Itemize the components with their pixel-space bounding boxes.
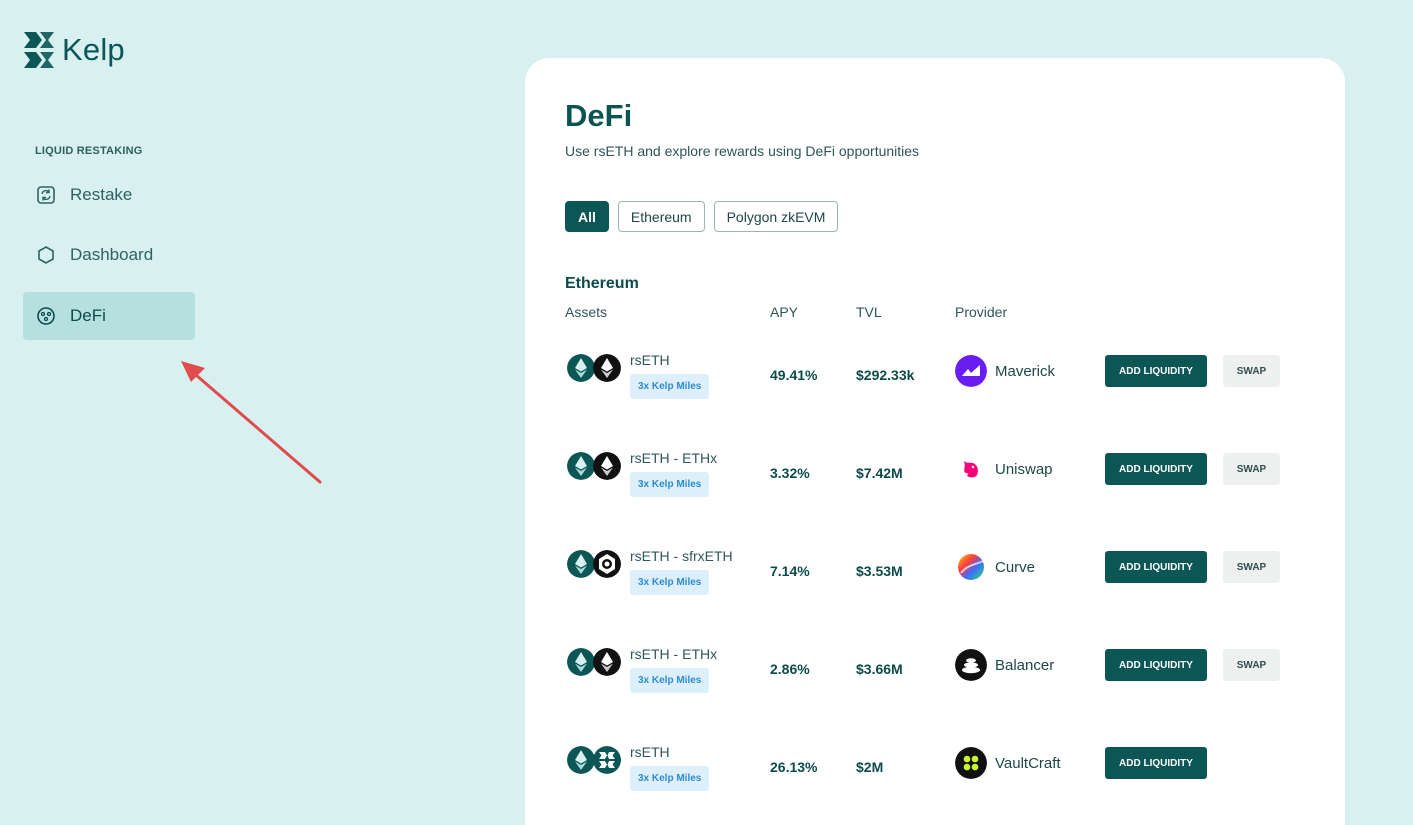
- tvl-value: $7.42M: [856, 465, 903, 481]
- asset-name: rsETH - ETHx: [630, 646, 718, 662]
- kelp-coin-icon: [593, 746, 621, 774]
- page: Kelp LIQUID RESTAKING Restake Dashboard …: [0, 0, 1413, 825]
- rseth-icon: [567, 452, 595, 480]
- rseth-icon: [567, 354, 595, 382]
- rseth-icon: [567, 550, 595, 578]
- maverick-icon: [955, 355, 987, 387]
- eth-dark-icon: [593, 648, 621, 676]
- table-row: rsETH - ETHx 3x Kelp Miles 2.86% $3.66M …: [525, 646, 1345, 716]
- kelp-miles-badge: 3x Kelp Miles: [630, 668, 710, 693]
- vaultcraft-icon: [955, 747, 987, 779]
- network-filters: All Ethereum Polygon zkEVM: [565, 201, 839, 232]
- filter-polygon-zkevm[interactable]: Polygon zkEVM: [713, 201, 839, 232]
- asset-icons: [567, 354, 621, 382]
- apy-value: 7.14%: [770, 563, 810, 579]
- table-row: rsETH 3x Kelp Miles 26.13% $2M VaultCraf…: [525, 744, 1345, 814]
- kelp-miles-badge: 3x Kelp Miles: [630, 570, 710, 595]
- sidebar-item-dashboard[interactable]: Dashboard: [23, 231, 195, 279]
- kelp-miles-badge: 3x Kelp Miles: [630, 374, 710, 399]
- asset-icons: [567, 746, 621, 774]
- asset-name: rsETH - ETHx: [630, 450, 718, 466]
- column-header-assets: Assets: [565, 304, 608, 320]
- hexagon-icon: [38, 246, 54, 264]
- balancer-icon: [955, 649, 987, 681]
- add-liquidity-button[interactable]: ADD LIQUIDITY: [1105, 551, 1207, 583]
- page-title: DeFi: [565, 98, 633, 133]
- swap-button[interactable]: SWAP: [1223, 649, 1280, 681]
- column-header-apy: APY: [770, 304, 799, 320]
- provider-name: Uniswap: [995, 460, 1053, 478]
- tvl-value: $292.33k: [856, 367, 915, 383]
- apy-value: 49.41%: [770, 367, 818, 383]
- kelp-logo-icon: [24, 32, 54, 68]
- asset-icons: [567, 452, 621, 480]
- sidebar-section-label: LIQUID RESTAKING: [35, 145, 143, 157]
- table-row: rsETH 3x Kelp Miles 49.41% $292.33k Mave…: [525, 352, 1345, 422]
- column-header-provider: Provider: [955, 304, 1008, 320]
- page-subtitle: Use rsETH and explore rewards using DeFi…: [565, 143, 920, 159]
- provider-name: Balancer: [995, 656, 1055, 674]
- provider: Maverick: [955, 355, 1055, 387]
- provider-name: Curve: [995, 558, 1036, 576]
- provider-name: VaultCraft: [995, 754, 1061, 772]
- provider: Curve: [955, 551, 1035, 583]
- provider-name: Maverick: [995, 362, 1056, 380]
- provider: VaultCraft: [955, 747, 1061, 779]
- swap-button[interactable]: SWAP: [1223, 453, 1280, 485]
- defi-card: DeFi Use rsETH and explore rewards using…: [525, 58, 1345, 825]
- apy-value: 2.86%: [770, 661, 810, 677]
- annotation-arrow: [181, 361, 322, 484]
- defi-icon: [37, 307, 55, 325]
- tvl-value: $2M: [856, 759, 884, 775]
- add-liquidity-button[interactable]: ADD LIQUIDITY: [1105, 453, 1207, 485]
- swap-button[interactable]: SWAP: [1223, 355, 1280, 387]
- sidebar-item-label: Dashboard: [70, 245, 154, 264]
- column-header-tvl: TVL: [856, 304, 882, 320]
- table-row: rsETH - ETHx 3x Kelp Miles 3.32% $7.42M …: [525, 450, 1345, 520]
- eth-dark-icon: [593, 452, 621, 480]
- apy-value: 26.13%: [770, 759, 818, 775]
- sidebar-item-label: DeFi: [70, 306, 106, 325]
- filter-ethereum[interactable]: Ethereum: [617, 201, 705, 232]
- asset-icons: [567, 550, 621, 578]
- sidebar-item-label: Restake: [70, 185, 133, 204]
- tvl-value: $3.53M: [856, 563, 903, 579]
- provider: Balancer: [955, 649, 1054, 681]
- asset-icons: [567, 648, 621, 676]
- provider: Uniswap: [955, 453, 1053, 485]
- add-liquidity-button[interactable]: ADD LIQUIDITY: [1105, 747, 1207, 779]
- asset-name: rsETH: [630, 352, 670, 368]
- uniswap-icon: [955, 453, 987, 485]
- eth-dark-icon: [593, 354, 621, 382]
- curve-icon: [958, 554, 984, 580]
- table-row: rsETH - sfrxETH 3x Kelp Miles 7.14% $3.5…: [525, 548, 1345, 618]
- restake-icon: [37, 186, 55, 204]
- sidebar-item-restake[interactable]: Restake: [23, 171, 195, 219]
- kelp-logo[interactable]: Kelp: [22, 30, 125, 70]
- kelp-miles-badge: 3x Kelp Miles: [630, 472, 710, 497]
- filter-all[interactable]: All: [565, 201, 609, 232]
- rseth-icon: [567, 746, 595, 774]
- frax-icon: [593, 550, 621, 578]
- apy-value: 3.32%: [770, 465, 810, 481]
- tvl-value: $3.66M: [856, 661, 903, 677]
- asset-name: rsETH: [630, 744, 670, 760]
- add-liquidity-button[interactable]: ADD LIQUIDITY: [1105, 649, 1207, 681]
- rseth-icon: [567, 648, 595, 676]
- asset-name: rsETH - sfrxETH: [630, 548, 733, 564]
- sidebar-item-defi[interactable]: DeFi: [23, 292, 195, 340]
- brand-name: Kelp: [62, 32, 125, 67]
- group-title: Ethereum: [565, 275, 639, 292]
- add-liquidity-button[interactable]: ADD LIQUIDITY: [1105, 355, 1207, 387]
- swap-button[interactable]: SWAP: [1223, 551, 1280, 583]
- kelp-miles-badge: 3x Kelp Miles: [630, 766, 710, 791]
